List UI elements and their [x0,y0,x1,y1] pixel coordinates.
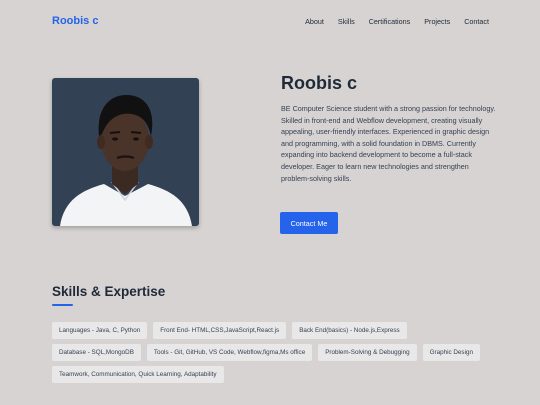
nav-link-projects[interactable]: Projects [424,17,450,26]
skill-chip-graphic-design: Graphic Design [422,344,480,361]
profile-photo [52,78,199,226]
contact-me-button[interactable]: Contact Me [280,212,338,234]
skills-title-underline [52,304,73,306]
skill-chip-languages: Languages - Java, C, Python [52,322,148,339]
nav-links: About Skills Certifications Projects Con… [305,17,489,26]
nav-link-contact[interactable]: Contact [464,17,489,26]
top-nav: Roobis c About Skills Certifications Pro… [52,12,489,30]
nav-link-certifications[interactable]: Certifications [369,17,411,26]
skill-chip-back-end: Back End(basics) - Node.js,Express [292,322,407,339]
skills-list: Languages - Java, C, Python Front End- H… [52,322,492,383]
skill-chip-front-end: Front End- HTML,CSS,JavaScript,React.js [153,322,287,339]
skill-chip-soft-skills: Teamwork, Communication, Quick Learning,… [52,366,224,383]
skill-chip-tools: Tools - Git, GitHub, VS Code, Webflow,fi… [146,344,313,361]
skill-chip-database: Database - SQL,MongoDB [52,344,141,361]
skills-title: Skills & Expertise [52,284,166,299]
nav-link-skills[interactable]: Skills [338,17,355,26]
nav-link-about[interactable]: About [305,17,324,26]
hero-name: Roobis c [281,73,358,93]
brand-logo[interactable]: Roobis c [52,15,98,27]
person-portrait-icon [60,94,192,226]
skill-chip-problem-solving: Problem-Solving & Debugging [318,344,417,361]
hero-bio: BE Computer Science student with a stron… [281,104,496,183]
